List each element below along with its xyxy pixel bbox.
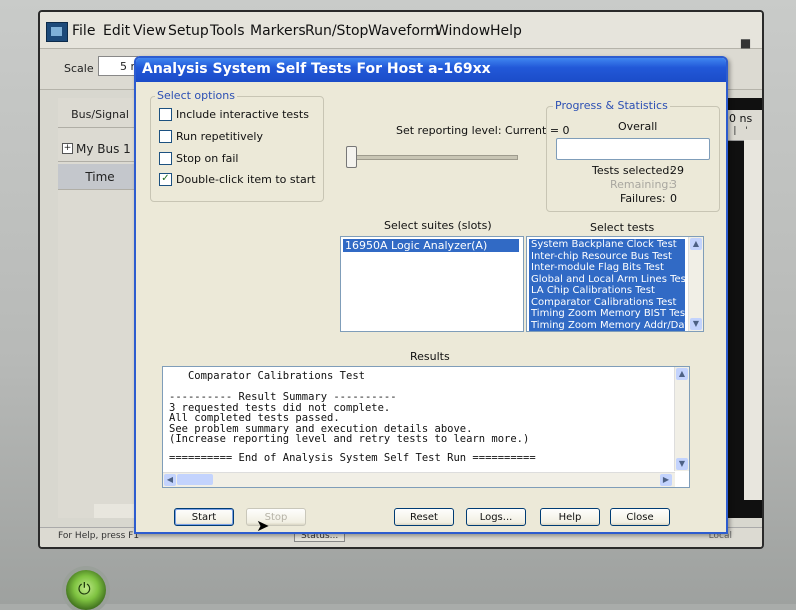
- option-label: Stop on fail: [176, 152, 239, 165]
- checkbox-icon[interactable]: [159, 152, 172, 165]
- option-run-repetitively[interactable]: Run repetitively: [159, 130, 263, 143]
- reporting-slider-thumb[interactable]: [346, 146, 357, 168]
- results-label: Results: [410, 350, 450, 363]
- results-vscrollbar[interactable]: ▲ ▼: [674, 367, 689, 471]
- result-line: (Increase reporting level and retry test…: [169, 433, 530, 445]
- reporting-level-label: Set reporting level: Current = 0: [396, 124, 570, 137]
- test-item[interactable]: Timing Zoom Memory BIST Test: [529, 308, 685, 320]
- test-item[interactable]: Comparator Calibrations Test: [529, 296, 685, 308]
- scroll-up-icon[interactable]: ▲: [676, 368, 688, 380]
- result-line: ========== End of Analysis System Self T…: [169, 452, 536, 464]
- menu-setup[interactable]: Setup: [168, 23, 209, 39]
- close-button[interactable]: Close: [610, 508, 670, 526]
- option-label: Run repetitively: [176, 130, 263, 143]
- help-button[interactable]: Help: [540, 508, 600, 526]
- overall-label: Overall: [618, 120, 658, 133]
- suite-item[interactable]: 16950A Logic Analyzer(A): [343, 239, 519, 252]
- results-textbox[interactable]: Comparator Calibrations Test ---------- …: [162, 366, 690, 488]
- stop-button[interactable]: Stop: [246, 508, 306, 526]
- options-group-title: Select options: [155, 89, 237, 102]
- progress-group-title: Progress & Statistics: [553, 99, 670, 112]
- test-item[interactable]: System Backplane Clock Test: [529, 239, 685, 251]
- remaining-value: 3: [670, 178, 677, 191]
- bus-signal-header: Bus/Signal: [58, 102, 142, 128]
- menu-help[interactable]: Help: [490, 23, 522, 39]
- tests-selected-label: Tests selected:: [592, 164, 674, 177]
- screen: File Edit View Setup Tools Markers Run/S…: [38, 10, 764, 549]
- scroll-right-icon[interactable]: ▶: [660, 474, 672, 486]
- result-line: Comparator Calibrations Test: [169, 370, 365, 382]
- option-double-click-start[interactable]: ✓ Double-click item to start: [159, 173, 316, 186]
- self-test-dialog: Analysis System Self Tests For Host a-16…: [134, 56, 728, 535]
- time-row[interactable]: Time: [58, 164, 142, 190]
- failures-label: Failures:: [620, 192, 666, 205]
- menu-run-stop[interactable]: Run/Stop: [305, 23, 368, 39]
- scale-label: Scale: [64, 62, 94, 75]
- test-item[interactable]: Global and Local Arm Lines Test: [529, 273, 685, 285]
- test-item[interactable]: Inter-module Flag Bits Test: [529, 262, 685, 274]
- menu-waveform[interactable]: Waveform: [368, 23, 439, 39]
- checkbox-icon[interactable]: [159, 108, 172, 121]
- window-controls[interactable]: _ ■: [730, 36, 751, 50]
- checkbox-icon[interactable]: [159, 130, 172, 143]
- suites-listbox[interactable]: 16950A Logic Analyzer(A): [340, 236, 524, 332]
- test-item[interactable]: Inter-chip Resource Bus Test: [529, 250, 685, 262]
- option-include-interactive[interactable]: Include interactive tests: [159, 108, 309, 121]
- tests-label: Select tests: [590, 221, 655, 234]
- hscroll-thumb[interactable]: [177, 474, 213, 485]
- dialog-titlebar[interactable]: Analysis System Self Tests For Host a-16…: [136, 58, 726, 82]
- tests-listbox[interactable]: System Backplane Clock Test Inter-chip R…: [526, 236, 704, 332]
- waveform-scrollbar[interactable]: [744, 140, 762, 500]
- reporting-slider-track[interactable]: [348, 155, 518, 160]
- test-item[interactable]: LA Chip Calibrations Test: [529, 285, 685, 297]
- reset-button[interactable]: Reset: [394, 508, 454, 526]
- tests-selected-value: 29: [670, 164, 684, 177]
- mouse-cursor-icon: ➤: [256, 516, 270, 535]
- bus-name: My Bus 1: [76, 141, 131, 156]
- failures-value: 0: [670, 192, 677, 205]
- option-label: Include interactive tests: [176, 108, 309, 121]
- menu-view[interactable]: View: [133, 23, 166, 39]
- app-icon: [46, 22, 68, 42]
- menu-window[interactable]: Window: [435, 23, 490, 39]
- signal-panel: Bus/Signal + My Bus 1 Time: [58, 98, 143, 518]
- menu-markers[interactable]: Markers: [250, 23, 306, 39]
- power-button[interactable]: ⏻: [66, 570, 106, 610]
- power-icon: ⏻: [78, 579, 91, 598]
- menubar: File Edit View Setup Tools Markers Run/S…: [40, 12, 762, 50]
- results-hscrollbar[interactable]: ◀ ▶: [163, 472, 675, 487]
- test-item[interactable]: Timing Zoom Memory Addr/Data Test: [529, 319, 685, 331]
- menu-edit[interactable]: Edit: [103, 23, 130, 39]
- checkmark-icon[interactable]: ✓: [159, 173, 172, 186]
- menu-tools[interactable]: Tools: [210, 23, 245, 39]
- scroll-up-icon[interactable]: ▲: [690, 238, 702, 250]
- bus-row[interactable]: + My Bus 1: [58, 136, 142, 162]
- option-label: Double-click item to start: [176, 173, 316, 186]
- start-button[interactable]: Start: [174, 508, 234, 526]
- scroll-down-icon[interactable]: ▼: [676, 458, 688, 470]
- expand-icon[interactable]: +: [62, 143, 73, 154]
- scroll-left-icon[interactable]: ◀: [164, 474, 176, 486]
- scroll-down-icon[interactable]: ▼: [690, 318, 702, 330]
- scale-input[interactable]: 5 r: [98, 56, 138, 76]
- menu-file[interactable]: File: [72, 23, 95, 39]
- overall-progress-bar: [556, 138, 710, 160]
- suites-label: Select suites (slots): [384, 219, 492, 232]
- remaining-label: Remaining:: [610, 178, 673, 191]
- logs-button[interactable]: Logs...: [466, 508, 526, 526]
- dialog-title: Analysis System Self Tests For Host a-16…: [142, 61, 491, 77]
- tests-scrollbar[interactable]: ▲ ▼: [688, 237, 703, 331]
- option-stop-on-fail[interactable]: Stop on fail: [159, 152, 238, 165]
- options-group: Select options Include interactive tests…: [150, 89, 324, 202]
- status-help-text: For Help, press F1: [58, 531, 140, 541]
